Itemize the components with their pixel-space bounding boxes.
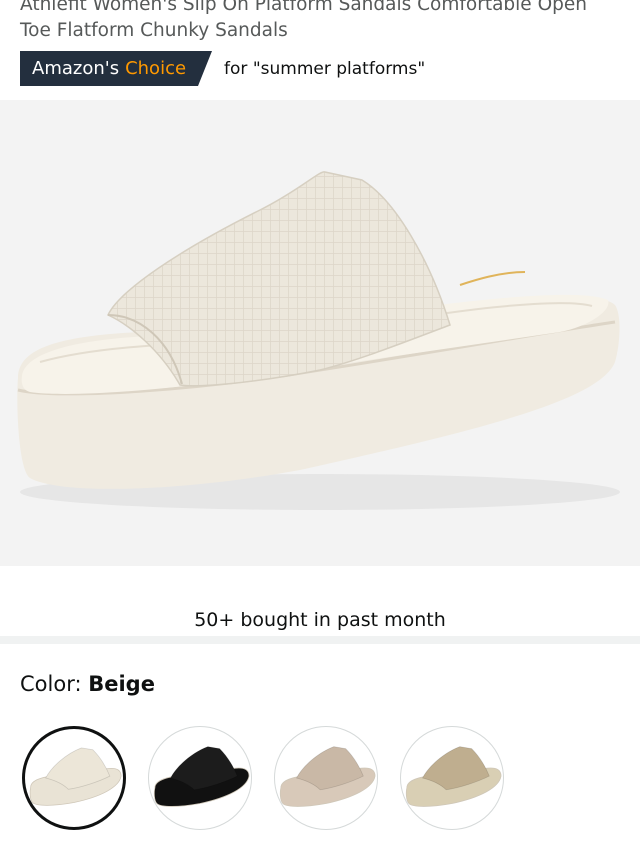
product-main-image[interactable] (0, 100, 640, 566)
badge-highlight: Choice (125, 58, 187, 79)
color-label: Color: (20, 672, 82, 696)
section-divider (0, 636, 640, 644)
sandal-thumbnail-icon (279, 746, 376, 807)
sandal-thumbnail-icon (29, 747, 122, 806)
badge-keyword: for "summer platforms" (224, 58, 426, 79)
color-swatch-tan[interactable] (400, 726, 504, 830)
platform-sandal-image (17, 171, 620, 510)
color-swatch-beige[interactable] (22, 726, 126, 830)
color-swatch-black[interactable] (148, 726, 252, 830)
color-swatch-khaki[interactable] (274, 726, 378, 830)
sandal-thumbnail-icon (153, 746, 250, 807)
sandal-thumbnail-icon (405, 746, 502, 807)
badge-prefix: Amazon's (32, 58, 120, 79)
amazons-choice-badge: Amazon's Choice (20, 51, 213, 86)
color-selector-label: Color: Beige (20, 672, 155, 696)
bought-in-past-month: 50+ bought in past month (194, 609, 446, 631)
amazons-choice-badge-row[interactable]: Amazon's Choice for "summer platforms" (20, 51, 425, 86)
selected-color-name: Beige (88, 672, 155, 696)
product-title: Athlefit Women's Slip On Platform Sandal… (20, 0, 587, 41)
color-swatches (22, 726, 504, 830)
